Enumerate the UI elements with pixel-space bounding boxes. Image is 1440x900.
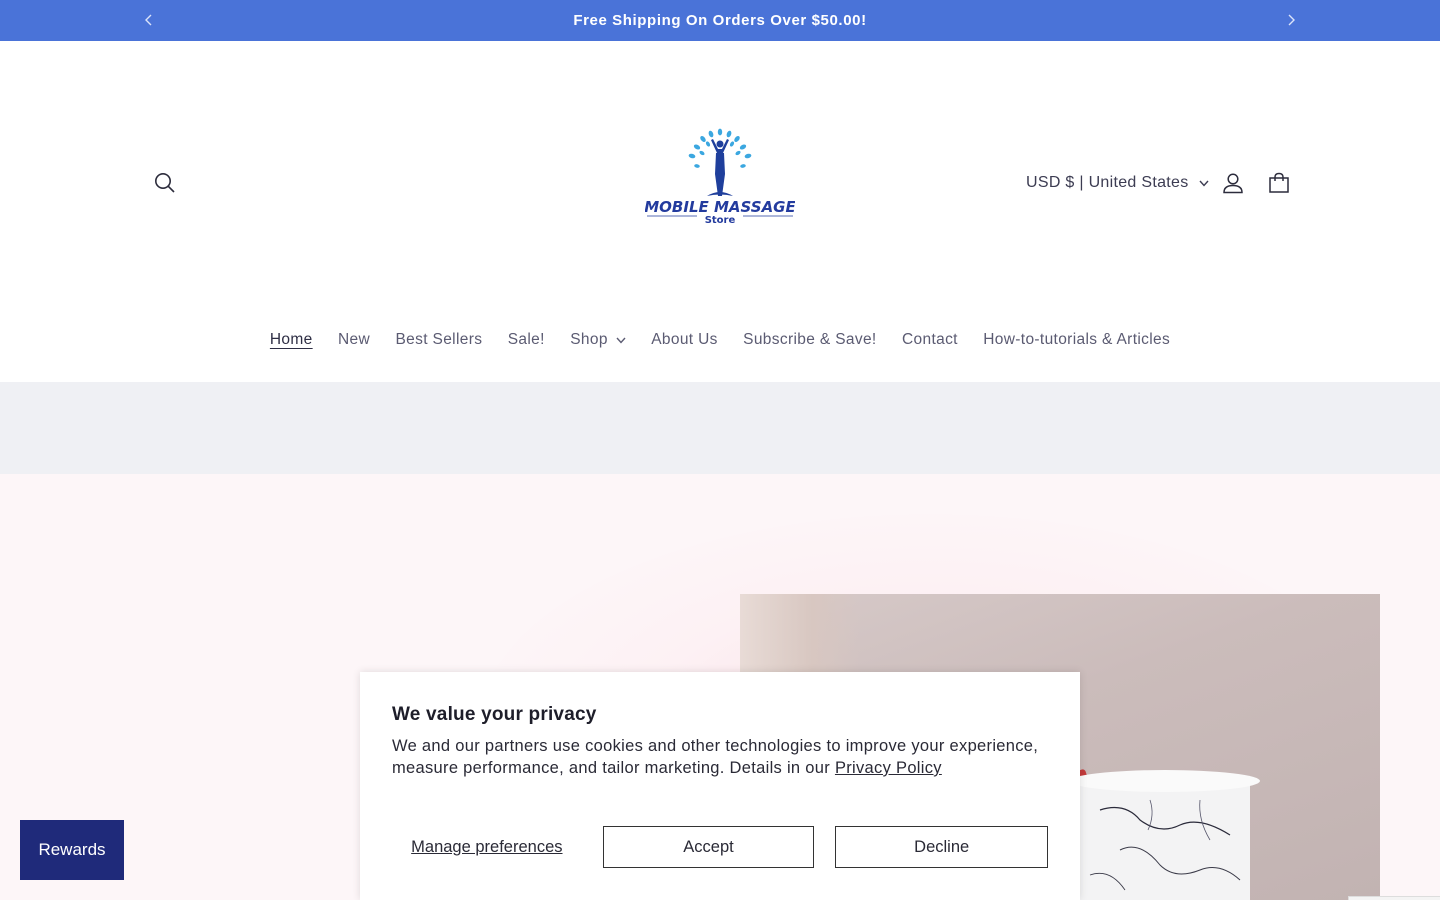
cart-icon bbox=[1269, 172, 1289, 193]
nav-item-sale[interactable]: Sale! bbox=[508, 331, 545, 349]
cart-button[interactable] bbox=[1264, 168, 1294, 198]
site-header: MOBILE MASSAGE Store USD $ | United Stat… bbox=[0, 41, 1440, 382]
announcement-text: Free Shipping On Orders Over $50.00! bbox=[573, 12, 867, 29]
nav-item-best-sellers[interactable]: Best Sellers bbox=[395, 331, 482, 349]
nav-item-subscribe-save[interactable]: Subscribe & Save! bbox=[743, 331, 876, 349]
nav-item-new[interactable]: New bbox=[338, 331, 370, 349]
corner-widget[interactable] bbox=[1348, 896, 1440, 900]
nav-item-tutorials-articles[interactable]: How-to-tutorials & Articles bbox=[983, 331, 1170, 349]
currency-selector[interactable]: USD $ | United States bbox=[1026, 174, 1209, 192]
chevron-down-icon bbox=[616, 337, 626, 344]
privacy-policy-link[interactable]: Privacy Policy bbox=[835, 759, 942, 777]
nav-item-home[interactable]: Home bbox=[270, 331, 313, 349]
nav-item-shop-label: Shop bbox=[570, 331, 608, 348]
decline-button[interactable]: Decline bbox=[835, 826, 1048, 868]
nav-item-shop[interactable]: Shop bbox=[570, 331, 626, 349]
store-logo[interactable]: MOBILE MASSAGE Store bbox=[645, 126, 795, 228]
search-icon bbox=[155, 173, 175, 193]
cookie-banner-title: We value your privacy bbox=[392, 704, 597, 725]
account-button[interactable] bbox=[1218, 168, 1248, 198]
logo-subtitle-text: Store bbox=[705, 215, 736, 226]
search-button[interactable] bbox=[150, 168, 180, 198]
announcement-bar: Free Shipping On Orders Over $50.00! bbox=[0, 0, 1440, 41]
chevron-down-icon bbox=[1199, 180, 1209, 187]
manage-preferences-button[interactable]: Manage preferences bbox=[392, 838, 582, 857]
announcement-next-button[interactable] bbox=[1281, 10, 1301, 30]
chevron-right-icon bbox=[1288, 14, 1295, 26]
main-nav: Home New Best Sellers Sale! Shop About U… bbox=[0, 329, 1440, 351]
hero-image-cup-rim bbox=[1070, 770, 1260, 792]
currency-label: USD $ | United States bbox=[1026, 174, 1189, 191]
accept-button[interactable]: Accept bbox=[602, 826, 815, 868]
nav-item-about-us[interactable]: About Us bbox=[651, 331, 718, 349]
rewards-button[interactable]: Rewards bbox=[20, 820, 124, 880]
hero-image-marble-cup bbox=[1080, 780, 1250, 900]
marble-veins bbox=[1089, 799, 1241, 891]
grey-band bbox=[0, 382, 1440, 474]
cookie-banner-body: We and our partners use cookies and othe… bbox=[392, 735, 1048, 779]
logo-graphic: MOBILE MASSAGE Store bbox=[645, 128, 795, 226]
nav-item-contact[interactable]: Contact bbox=[902, 331, 958, 349]
logo-title-text: MOBILE MASSAGE bbox=[645, 198, 795, 216]
cookie-banner-actions: Manage preferences Accept Decline bbox=[392, 826, 1048, 868]
account-icon bbox=[1223, 173, 1243, 194]
cookie-banner: We value your privacy We and our partner… bbox=[360, 672, 1080, 900]
